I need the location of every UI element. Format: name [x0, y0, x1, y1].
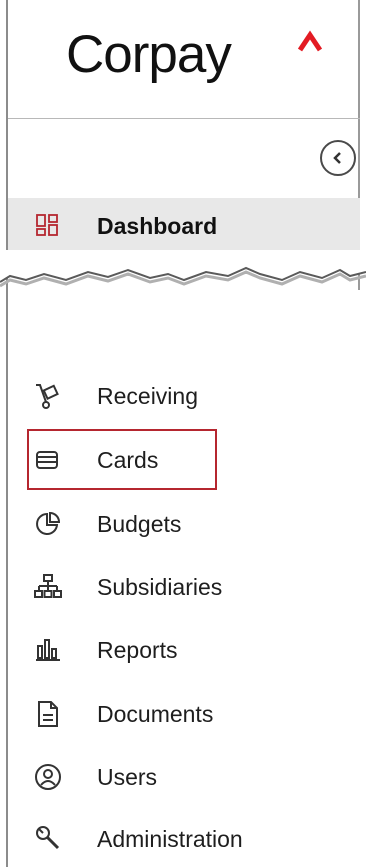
brand-caret-icon	[297, 30, 323, 52]
budget-pie-icon	[36, 511, 61, 535]
sidebar-item-label: Receiving	[97, 383, 198, 409]
logo-area: Corpay	[8, 0, 360, 118]
collapse-sidebar-button[interactable]	[320, 140, 356, 176]
sidebar-item-label: Documents	[97, 701, 214, 727]
sidebar-item-documents[interactable]: Documents	[8, 684, 360, 742]
user-circle-icon	[35, 764, 61, 790]
torn-edge-separator	[0, 250, 366, 288]
sidebar-item-dashboard[interactable]: Dashboard	[8, 198, 360, 254]
sidebar-item-label: Subsidiaries	[97, 574, 223, 600]
sidebar-item-reports[interactable]: Reports	[8, 620, 360, 678]
brand-logo-text: Corpay	[66, 25, 232, 84]
org-chart-icon	[34, 574, 62, 598]
sidebar-item-label: Administration	[97, 826, 243, 852]
sidebar-item-subsidiaries[interactable]: Subsidiaries	[8, 557, 360, 615]
header-divider	[8, 118, 360, 119]
sidebar-item-administration[interactable]: Administration	[8, 809, 360, 867]
sidebar-item-label: Budgets	[97, 511, 182, 537]
receiving-cart-icon	[36, 384, 59, 409]
sidebar-item-budgets[interactable]: Budgets	[8, 494, 360, 552]
document-icon	[38, 701, 58, 727]
sidebar-item-label: Dashboard	[97, 213, 218, 239]
dashboard-grid-icon	[36, 214, 58, 236]
sidebar-item-users[interactable]: Users	[8, 747, 360, 805]
sidebar-item-label: Reports	[97, 637, 178, 663]
sidebar-item-label: Users	[97, 764, 158, 790]
sidebar-item-receiving[interactable]: Receiving	[8, 366, 360, 424]
bar-chart-icon	[36, 639, 60, 661]
cards-highlight-annotation	[27, 429, 217, 490]
wrench-icon	[36, 826, 60, 850]
chevron-left-icon	[333, 152, 341, 164]
